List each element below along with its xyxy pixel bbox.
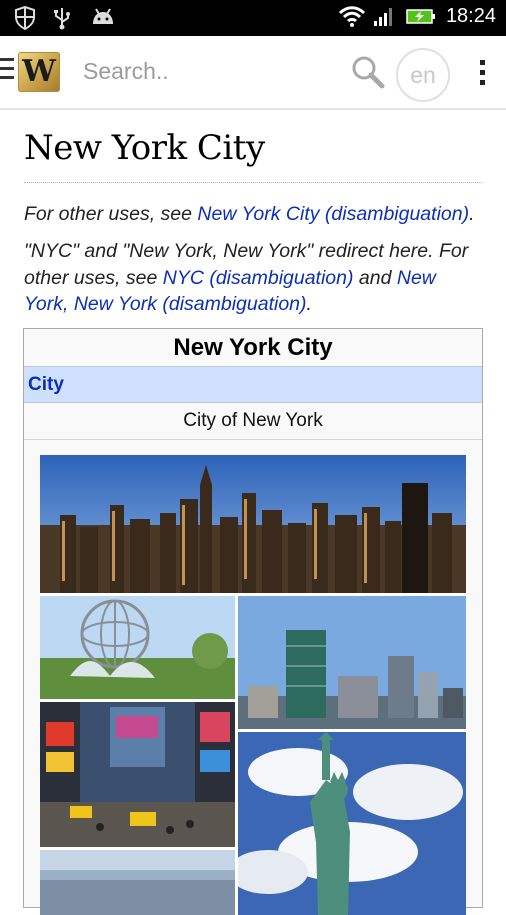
title-divider: [24, 182, 482, 183]
shield-icon: [14, 5, 38, 31]
clock: 18:24: [445, 4, 496, 27]
city-photo-collage[interactable]: [40, 455, 466, 915]
search-icon[interactable]: [350, 54, 386, 95]
skyline-photo[interactable]: [40, 455, 466, 593]
infobox-type-link[interactable]: City: [24, 367, 482, 403]
page-title: New York City: [24, 128, 265, 168]
un-headquarters-photo[interactable]: [238, 596, 466, 729]
hatnote-text: and: [353, 266, 397, 289]
infobox-title: New York City: [24, 329, 482, 367]
battery-charging-icon: [406, 4, 436, 28]
infobox-official-name: City of New York: [24, 403, 482, 440]
signal-icon: [372, 4, 396, 28]
search-input[interactable]: Search..: [83, 58, 169, 85]
aerial-photo[interactable]: [40, 850, 235, 915]
android-icon: [90, 6, 114, 30]
logo-letter: W: [22, 54, 56, 89]
overflow-menu-icon[interactable]: [480, 60, 486, 90]
nyc-disambiguation-link[interactable]: NYC (disambiguation): [163, 267, 354, 289]
disambiguation-link[interactable]: New York City (disambiguation): [197, 203, 469, 225]
language-button[interactable]: en: [396, 48, 450, 102]
hatnote-text: For other uses, see: [24, 203, 198, 225]
infobox: New York City City City of New York: [23, 328, 483, 915]
statue-of-liberty-photo[interactable]: [238, 732, 466, 915]
hatnote: For other uses, see New York City (disam…: [24, 201, 484, 228]
times-square-photo[interactable]: [40, 702, 235, 847]
hatnote-text: .: [306, 293, 312, 315]
app-logo[interactable]: W: [18, 52, 60, 92]
status-bar: 18:24: [0, 0, 506, 36]
usb-icon: [52, 6, 76, 30]
unisphere-photo[interactable]: [40, 596, 235, 699]
menu-icon[interactable]: [0, 58, 14, 84]
wifi-icon: [338, 4, 365, 28]
app-toolbar: W Search.. en: [0, 36, 506, 110]
hatnote-redirect: "NYC" and "New York, New York" redirect …: [24, 238, 484, 318]
hatnote-text: .: [469, 203, 475, 225]
